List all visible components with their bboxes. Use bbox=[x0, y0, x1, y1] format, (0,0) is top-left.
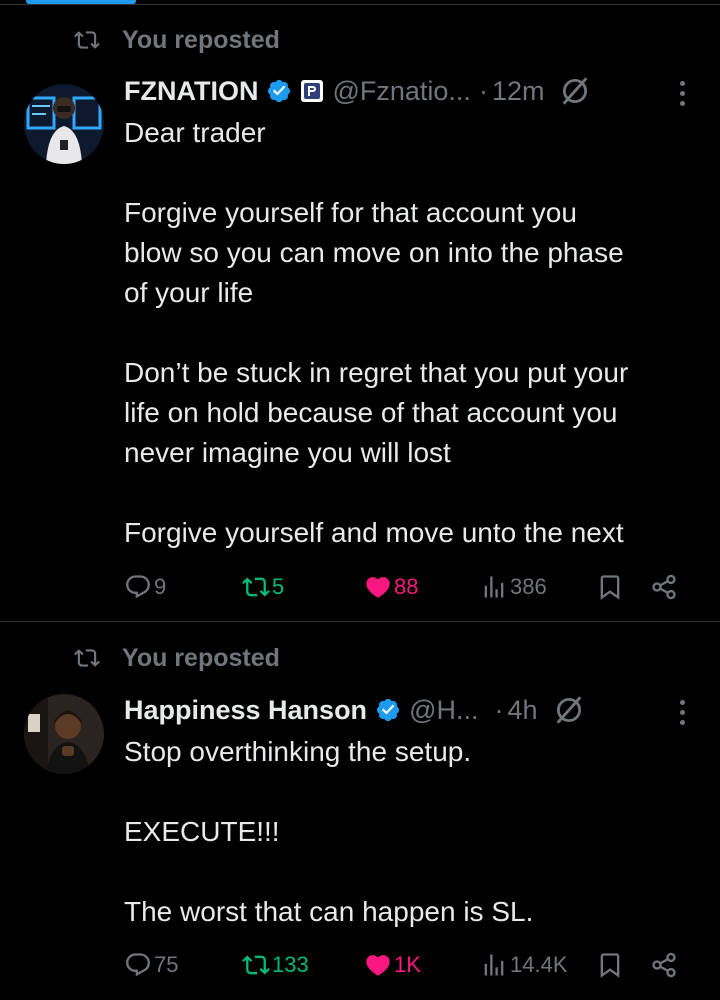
avatar-image bbox=[24, 84, 104, 164]
reply-count: 9 bbox=[154, 574, 167, 599]
user-handle[interactable]: @H... bbox=[409, 695, 478, 726]
text-line: Stop overthinking the setup. bbox=[124, 736, 472, 767]
repost-icon bbox=[74, 31, 100, 49]
tweet-text: Stop overthinking the setup. EXECUTE!!! … bbox=[124, 732, 690, 932]
tweet-header: Happiness Hanson @H... · 4h bbox=[124, 690, 700, 730]
tweet-header: FZNATION @Fznatio... · 12m bbox=[124, 71, 700, 111]
views-icon bbox=[484, 954, 504, 976]
text-line: of your life bbox=[124, 277, 254, 308]
like-count: 88 bbox=[394, 574, 419, 599]
reply-icon bbox=[126, 953, 150, 977]
like-count: 1K bbox=[394, 952, 421, 977]
action-bar: 9 5 88 386 bbox=[124, 567, 682, 607]
more-icon[interactable] bbox=[678, 700, 686, 725]
tweet-text: Dear trader Forgive yourself for that ac… bbox=[124, 113, 690, 553]
avatar[interactable] bbox=[24, 84, 104, 164]
reply-count: 75 bbox=[154, 952, 179, 977]
text-line: The worst that can happen is SL. bbox=[124, 896, 534, 927]
reply-button[interactable]: 75 bbox=[124, 951, 178, 979]
repost-label: You reposted bbox=[122, 25, 280, 54]
display-name[interactable]: FZNATION bbox=[124, 76, 258, 107]
text-line: EXECUTE!!! bbox=[124, 816, 280, 847]
separator: · bbox=[494, 694, 504, 725]
repost-count: 5 bbox=[272, 574, 285, 599]
avatar-image bbox=[24, 694, 104, 774]
timestamp[interactable]: 4h bbox=[507, 695, 537, 726]
avatar[interactable] bbox=[24, 694, 104, 774]
grok-icon[interactable] bbox=[552, 693, 586, 727]
separator: · bbox=[478, 75, 488, 106]
timestamp[interactable]: 12m bbox=[492, 76, 545, 107]
bookmark-button[interactable] bbox=[596, 573, 624, 601]
repost-icon bbox=[242, 955, 270, 975]
text-line: never imagine you will lost bbox=[124, 437, 451, 468]
views-button[interactable]: 14.4K bbox=[480, 951, 568, 979]
text-line: life on hold because of that account you bbox=[124, 397, 618, 428]
like-icon bbox=[366, 577, 390, 598]
verified-badge-icon[interactable] bbox=[375, 697, 401, 723]
share-button[interactable] bbox=[650, 951, 678, 979]
verified-badge-icon[interactable] bbox=[266, 78, 292, 104]
views-icon bbox=[484, 576, 504, 598]
grok-icon[interactable] bbox=[558, 74, 592, 108]
repost-count: 133 bbox=[272, 952, 309, 977]
user-handle[interactable]: @Fznatio... bbox=[332, 76, 470, 107]
reply-icon bbox=[126, 575, 150, 599]
like-button[interactable]: 88 bbox=[364, 573, 418, 601]
share-icon bbox=[652, 574, 676, 600]
text-line: Don’t be stuck in regret that you put yo… bbox=[124, 357, 629, 388]
repost-button[interactable]: 5 bbox=[242, 573, 284, 601]
share-icon bbox=[652, 952, 676, 978]
action-bar: 75 133 1K 14.4K bbox=[124, 945, 682, 985]
text-line: Forgive yourself for that account you bbox=[124, 197, 577, 228]
bookmark-icon bbox=[600, 575, 620, 600]
more-icon[interactable] bbox=[678, 81, 686, 106]
like-button[interactable]: 1K bbox=[364, 951, 421, 979]
affiliate-badge-icon[interactable] bbox=[300, 79, 324, 103]
text-line: Dear trader bbox=[124, 117, 266, 148]
views-count: 386 bbox=[510, 574, 547, 599]
reply-button[interactable]: 9 bbox=[124, 573, 166, 601]
bookmark-button[interactable] bbox=[596, 951, 624, 979]
repost-label: You reposted bbox=[122, 643, 280, 672]
repost-context: You reposted bbox=[74, 25, 280, 55]
repost-context: You reposted bbox=[74, 643, 280, 673]
display-name[interactable]: Happiness Hanson bbox=[124, 695, 367, 726]
tweet-card[interactable]: You reposted FZNATION @Fznatio... · 12m … bbox=[0, 0, 720, 622]
bookmark-icon bbox=[600, 953, 620, 978]
tweet-card[interactable]: You reposted Happiness Hanson @H... · 4h… bbox=[0, 622, 720, 1000]
repost-icon bbox=[74, 649, 100, 667]
text-line: blow so you can move on into the phase bbox=[124, 237, 624, 268]
share-button[interactable] bbox=[650, 573, 678, 601]
text-line: Forgive yourself and move unto the next bbox=[124, 517, 624, 548]
repost-icon bbox=[242, 577, 270, 597]
views-button[interactable]: 386 bbox=[480, 573, 547, 601]
views-count: 14.4K bbox=[510, 952, 568, 977]
repost-button[interactable]: 133 bbox=[242, 951, 309, 979]
like-icon bbox=[366, 955, 390, 976]
